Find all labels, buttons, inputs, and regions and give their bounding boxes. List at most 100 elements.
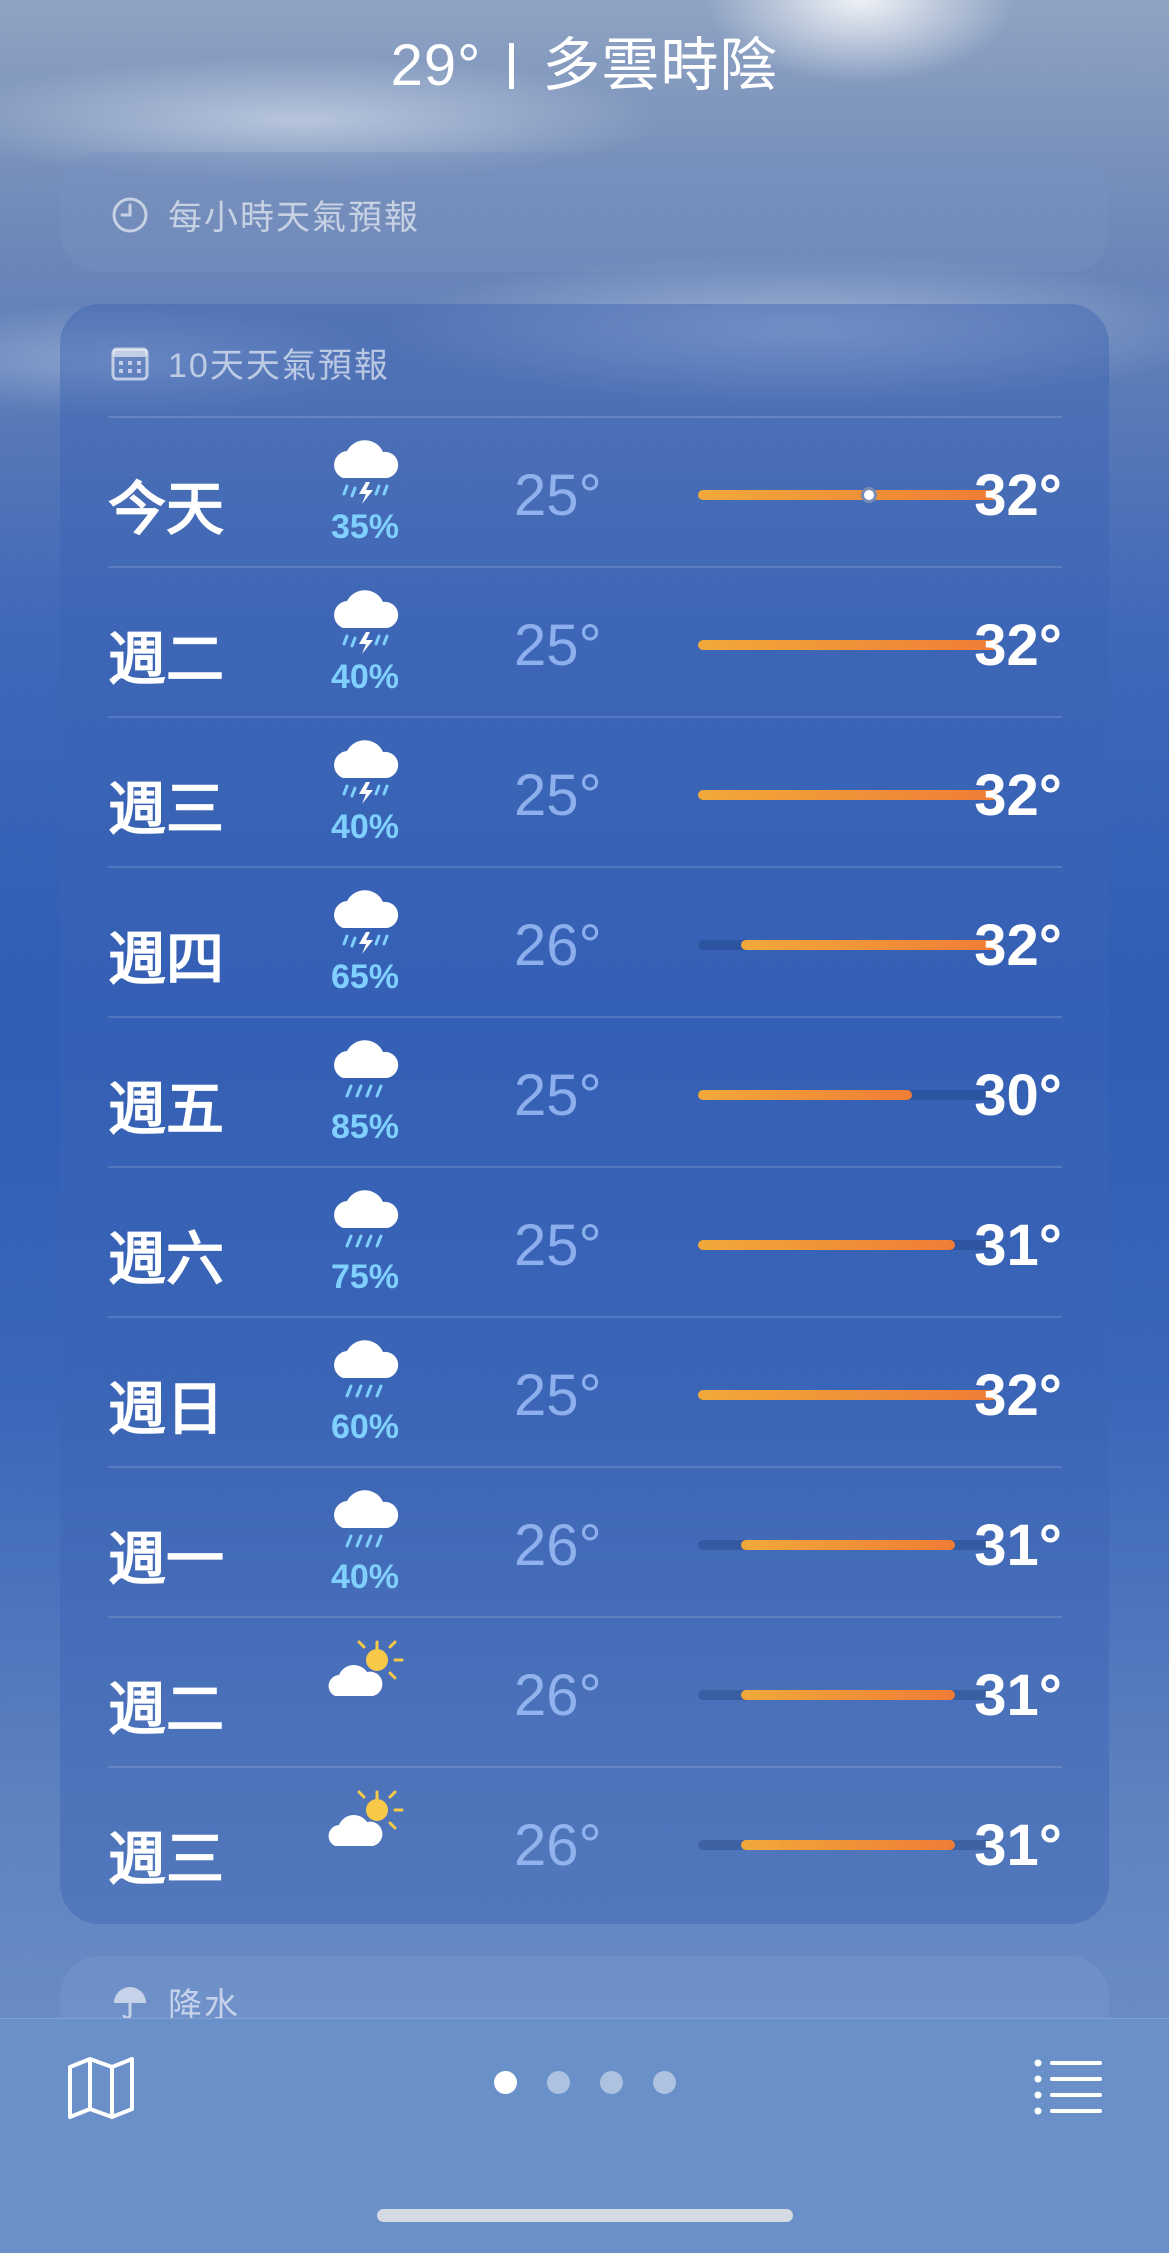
thunderstorm-icon bbox=[323, 432, 407, 516]
low-temperature: 26° bbox=[514, 1513, 602, 1578]
bottom-toolbar bbox=[0, 2018, 1169, 2253]
low-temperature: 25° bbox=[514, 1213, 602, 1278]
high-temperature: 32° bbox=[974, 763, 1062, 828]
forecast-day: 週三 bbox=[108, 1827, 225, 1892]
current-temperature-marker bbox=[861, 487, 878, 503]
low-temperature: 25° bbox=[514, 1063, 602, 1128]
hourly-forecast-header: 每小時天氣預報 bbox=[110, 190, 420, 239]
temperature-range-track bbox=[698, 640, 998, 650]
page-dot-3[interactable] bbox=[599, 2071, 623, 2094]
current-summary: 29° 多雲時陰 bbox=[0, 18, 1169, 102]
forecast-day: 週五 bbox=[108, 1077, 225, 1142]
temperature-range-track bbox=[698, 1090, 998, 1100]
temperature-range-track bbox=[698, 1840, 998, 1850]
rain-icon bbox=[323, 1032, 407, 1116]
ten-day-forecast-title: 10天天氣預報 bbox=[168, 347, 390, 385]
forecast-row[interactable]: 週六 75% 25° 31° bbox=[108, 1166, 1062, 1316]
ten-day-forecast-card: 10天天氣預報 今天 35% 25° 32° 週二 40% 25° 32° 週三 40% 25° 32… bbox=[60, 304, 1109, 1924]
rain-icon bbox=[323, 1482, 407, 1566]
temperature-range-track bbox=[698, 1690, 998, 1700]
forecast-day: 週一 bbox=[108, 1527, 225, 1592]
high-temperature: 32° bbox=[974, 913, 1062, 978]
temperature-range-fill bbox=[698, 1090, 913, 1100]
forecast-row[interactable]: 週三 26° 31° bbox=[108, 1766, 1062, 1916]
high-temperature: 32° bbox=[974, 463, 1062, 528]
precipitation-chance: 60% bbox=[330, 1408, 400, 1446]
page-dot-4[interactable] bbox=[652, 2071, 676, 2094]
page-dot-2[interactable] bbox=[546, 2071, 570, 2094]
forecast-day: 週三 bbox=[108, 777, 225, 842]
forecast-day: 週二 bbox=[108, 1677, 225, 1742]
rain-icon bbox=[323, 1182, 407, 1266]
forecast-day: 週四 bbox=[108, 927, 225, 992]
forecast-row[interactable]: 週日 60% 25° 32° bbox=[108, 1316, 1062, 1466]
forecast-row[interactable]: 週二 40% 25° 32° bbox=[108, 566, 1062, 716]
current-temperature: 29° bbox=[390, 33, 482, 98]
forecast-day: 週六 bbox=[108, 1227, 225, 1292]
temperature-range-fill bbox=[740, 1840, 956, 1850]
summary-separator bbox=[509, 43, 515, 89]
forecast-rows: 今天 35% 25° 32° 週二 40% 25° 32° 週三 40% 25° 32° 週四 65% 26… bbox=[108, 416, 1062, 1916]
current-condition: 多雲時陰 bbox=[542, 33, 779, 98]
rain-icon bbox=[323, 1332, 407, 1416]
forecast-row[interactable]: 週二 26° 31° bbox=[108, 1616, 1062, 1766]
low-temperature: 25° bbox=[514, 763, 602, 828]
temperature-range-fill bbox=[740, 1690, 956, 1700]
clock-icon bbox=[112, 197, 148, 232]
partly-sunny-icon bbox=[323, 1782, 407, 1866]
temperature-range-track bbox=[698, 940, 998, 950]
forecast-row[interactable]: 週三 40% 25° 32° bbox=[108, 716, 1062, 866]
hourly-forecast-title: 每小時天氣預報 bbox=[168, 199, 420, 237]
forecast-day: 今天 bbox=[108, 477, 225, 542]
forecast-day: 週日 bbox=[108, 1377, 225, 1442]
precipitation-chance: 35% bbox=[330, 508, 400, 546]
ten-day-forecast-header: 10天天氣預報 bbox=[110, 338, 390, 387]
list-icon bbox=[1034, 2059, 1102, 2115]
high-temperature: 31° bbox=[974, 1213, 1062, 1278]
temperature-range-fill bbox=[698, 1390, 998, 1400]
thunderstorm-icon bbox=[323, 732, 407, 816]
city-list-button[interactable] bbox=[1034, 2057, 1104, 2117]
precipitation-chance: 85% bbox=[330, 1108, 400, 1146]
temperature-range-fill bbox=[698, 640, 998, 650]
temperature-range-fill bbox=[698, 1240, 956, 1250]
forecast-day: 週二 bbox=[108, 627, 225, 692]
temperature-range-fill bbox=[740, 1540, 956, 1550]
calendar-icon bbox=[111, 347, 149, 380]
page-indicator[interactable] bbox=[0, 2071, 1169, 2094]
partly-sunny-icon bbox=[323, 1632, 407, 1716]
low-temperature: 26° bbox=[514, 1813, 602, 1878]
temperature-range-track bbox=[698, 1240, 998, 1250]
thunderstorm-icon bbox=[323, 582, 407, 666]
precipitation-chance: 75% bbox=[330, 1258, 400, 1296]
low-temperature: 25° bbox=[514, 1363, 602, 1428]
low-temperature: 25° bbox=[514, 613, 602, 678]
precipitation-chance: 40% bbox=[330, 808, 400, 846]
forecast-row[interactable]: 週一 40% 26° 31° bbox=[108, 1466, 1062, 1616]
umbrella-icon bbox=[114, 1986, 146, 2019]
high-temperature: 31° bbox=[974, 1813, 1062, 1878]
high-temperature: 32° bbox=[974, 1363, 1062, 1428]
forecast-row[interactable]: 週四 65% 26° 32° bbox=[108, 866, 1062, 1016]
high-temperature: 31° bbox=[974, 1513, 1062, 1578]
temperature-range-fill bbox=[740, 940, 998, 950]
temperature-range-track bbox=[698, 790, 998, 800]
temperature-range-track bbox=[698, 487, 998, 503]
high-temperature: 31° bbox=[974, 1663, 1062, 1728]
high-temperature: 32° bbox=[974, 613, 1062, 678]
high-temperature: 30° bbox=[974, 1063, 1062, 1128]
forecast-row[interactable]: 今天 35% 25° 32° bbox=[108, 416, 1062, 566]
hourly-forecast-card[interactable]: 每小時天氣預報 bbox=[60, 152, 1109, 272]
precipitation-chance: 40% bbox=[330, 658, 400, 696]
precipitation-chance: 65% bbox=[330, 958, 400, 996]
low-temperature: 25° bbox=[514, 463, 602, 528]
page-dot-1[interactable] bbox=[493, 2071, 517, 2094]
precipitation-chance: 40% bbox=[330, 1558, 400, 1596]
temperature-range-track bbox=[698, 1390, 998, 1400]
temperature-range-fill bbox=[698, 490, 998, 500]
temperature-range-fill bbox=[698, 790, 998, 800]
temperature-range-track bbox=[698, 1540, 998, 1550]
low-temperature: 26° bbox=[514, 1663, 602, 1728]
forecast-row[interactable]: 週五 85% 25° 30° bbox=[108, 1016, 1062, 1166]
home-indicator bbox=[377, 2209, 793, 2222]
